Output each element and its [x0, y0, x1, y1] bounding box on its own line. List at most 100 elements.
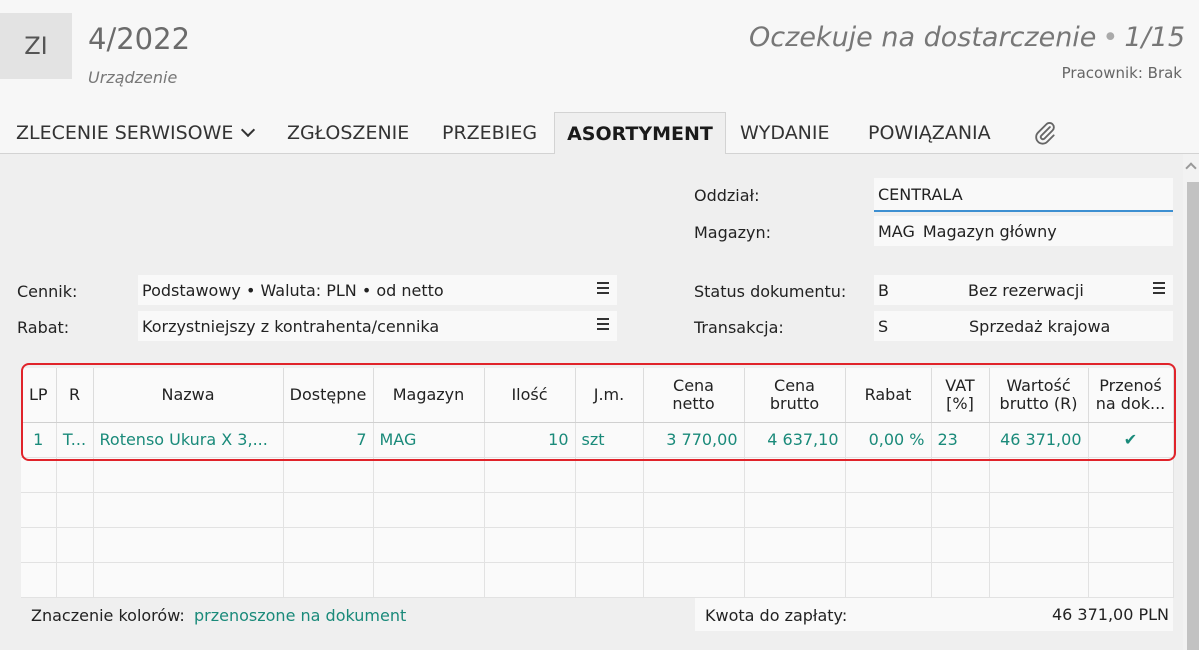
tab-bar: ZLECENIE SERWISOWE ZGŁOSZENIE PRZEBIEG A… [0, 112, 1199, 155]
tab-label: ASORTYMENT [567, 122, 713, 145]
scroll-up-icon[interactable] [1185, 162, 1197, 174]
column-header[interactable]: LP [21, 368, 57, 423]
empty-row[interactable] [21, 562, 1174, 598]
status-code: B [878, 280, 889, 300]
magazyn-field[interactable]: MAG Magazyn główny [874, 216, 1173, 246]
column-header-label: Wartość [1006, 375, 1071, 395]
tab-przebieg[interactable]: PRZEBIEG [442, 112, 537, 154]
total-label: Kwota do zapłaty: [705, 606, 848, 625]
column-header-sublabel: brutto (R) [999, 393, 1078, 413]
color-legend-label: Znaczenie kolorów: [31, 606, 185, 625]
magazyn-code: MAG [878, 221, 915, 241]
column-header[interactable]: J.m. [575, 368, 644, 423]
status-text: Oczekuje na dostarczenie [749, 22, 1097, 53]
column-header[interactable]: Ilość [484, 368, 576, 423]
total-box: Kwota do zapłaty: 46 371,00 PLN [695, 598, 1173, 631]
column-header-sublabel: na dok... [1095, 393, 1166, 413]
status-dokumentu-field[interactable]: B Bez rezerwacji [874, 275, 1173, 305]
column-header-label: Cena [673, 375, 714, 395]
menu-icon[interactable] [597, 282, 609, 294]
empty-row[interactable] [21, 492, 1174, 528]
document-header: ZI 4/2022 Urządzenie Oczekuje na dostarc… [0, 0, 1199, 112]
column-header-label: Dostępne [289, 384, 367, 404]
table-cell: 1 [21, 422, 57, 458]
page-counter: 1/15 [1124, 22, 1185, 53]
cennik-label: Cennik: [17, 282, 78, 301]
column-header-sublabel: brutto [769, 393, 820, 413]
column-header[interactable]: R [56, 368, 94, 423]
document-subtype: Urządzenie [88, 68, 178, 87]
status-name: Bez rezerwacji [968, 280, 1084, 300]
transakcja-name: Sprzedaż krajowa [969, 316, 1111, 336]
status-dokumentu-label: Status dokumentu: [694, 282, 847, 301]
column-header[interactable]: Rabat [845, 368, 932, 423]
table-row[interactable]: 1 T... Rotenso Ukura X 3,... 7 MAG 10 szt 3 770… [21, 422, 1174, 458]
column-header-label: R [68, 384, 81, 404]
document-type-badge: ZI [0, 13, 72, 79]
rabat-field[interactable]: Korzystniejszy z kontrahenta/cennika [138, 311, 617, 341]
cennik-value: Podstawowy • Waluta: PLN • od netto [142, 280, 444, 300]
menu-icon[interactable] [1153, 282, 1165, 294]
magazyn-name: Magazyn główny [922, 221, 1057, 241]
tab-label: PRZEBIEG [442, 122, 538, 144]
status-separator: • [1102, 22, 1119, 53]
rabat-label: Rabat: [17, 318, 70, 337]
column-header[interactable]: Magazyn [373, 368, 485, 423]
tab-asortyment[interactable]: ASORTYMENT [554, 112, 726, 155]
column-header-label: Cena [774, 375, 815, 395]
column-header[interactable]: VAT [%] [931, 368, 990, 423]
tab-zlecenie-serwisowe[interactable]: ZLECENIE SERWISOWE [16, 112, 256, 154]
empty-row[interactable] [21, 527, 1174, 563]
table-cell: 0,00 % [845, 422, 932, 458]
column-header[interactable]: Wartość brutto (R) [989, 368, 1089, 423]
tab-wydanie[interactable]: WYDANIE [740, 112, 830, 154]
document-status: Oczekuje na dostarczenie • 1/15 [749, 22, 1185, 53]
color-legend-value: przenoszone na dokument [194, 606, 407, 625]
table-cell: 10 [484, 422, 576, 458]
table-cell: 23 [931, 422, 990, 458]
column-header-label: Ilość [511, 384, 548, 404]
table-cell: 3 770,00 [643, 422, 745, 458]
column-header-sublabel: netto [672, 393, 715, 413]
scroll-thumb[interactable] [1187, 182, 1199, 650]
column-header-label: VAT [945, 375, 975, 395]
column-header-label: Przenoś [1099, 375, 1162, 395]
total-value: 46 371,00 PLN [1051, 605, 1169, 624]
grid-header-row: LP R Nazwa Dostępne Magazyn Ilość J.m. Cena nett… [21, 368, 1174, 423]
oddzial-field[interactable]: CENTRALA [874, 178, 1173, 212]
document-number: 4/2022 [88, 22, 191, 56]
table-cell: 46 371,00 [989, 422, 1089, 458]
column-header-label: LP [28, 384, 48, 404]
cennik-field[interactable]: Podstawowy • Waluta: PLN • od netto [138, 275, 617, 305]
column-header-sublabel: [%] [946, 393, 974, 413]
column-header-label: J.m. [593, 384, 625, 404]
menu-icon[interactable] [597, 318, 609, 330]
tab-zgloszenie[interactable]: ZGŁOSZENIE [287, 112, 409, 154]
table-cell: T... [56, 422, 94, 458]
transakcja-field[interactable]: S Sprzedaż krajowa [874, 311, 1173, 341]
empty-row[interactable] [21, 457, 1174, 493]
oddzial-value: CENTRALA [878, 184, 963, 204]
tab-label: WYDANIE [740, 122, 830, 144]
vertical-scrollbar[interactable] [1183, 154, 1199, 650]
column-header[interactable]: Przenoś na dok... [1088, 368, 1174, 423]
transakcja-label: Transakcja: [694, 318, 784, 337]
worker-label: Pracownik: Brak [1061, 64, 1182, 82]
assortment-table: LP R Nazwa Dostępne Magazyn Ilość J.m. Cena nett… [21, 368, 1174, 598]
paperclip-icon[interactable] [1032, 120, 1058, 146]
tab-label: POWIĄZANIA [868, 122, 991, 144]
table-cell: 4 637,10 [744, 422, 846, 458]
column-header[interactable]: Cena netto [643, 368, 745, 423]
table-cell: szt [575, 422, 644, 458]
transakcja-code: S [878, 316, 889, 336]
chevron-down-icon [241, 122, 256, 138]
column-header[interactable]: Nazwa [93, 368, 284, 423]
column-header[interactable]: Cena brutto [744, 368, 846, 423]
column-header[interactable]: Dostępne [283, 368, 374, 423]
column-header-label: Nazwa [161, 384, 215, 404]
oddzial-label: Oddział: [694, 186, 760, 205]
check-icon: ✔ [1088, 422, 1174, 458]
tab-powiazania[interactable]: POWIĄZANIA [868, 112, 991, 154]
rabat-value: Korzystniejszy z kontrahenta/cennika [142, 316, 440, 336]
column-header-label: Rabat [864, 384, 912, 404]
